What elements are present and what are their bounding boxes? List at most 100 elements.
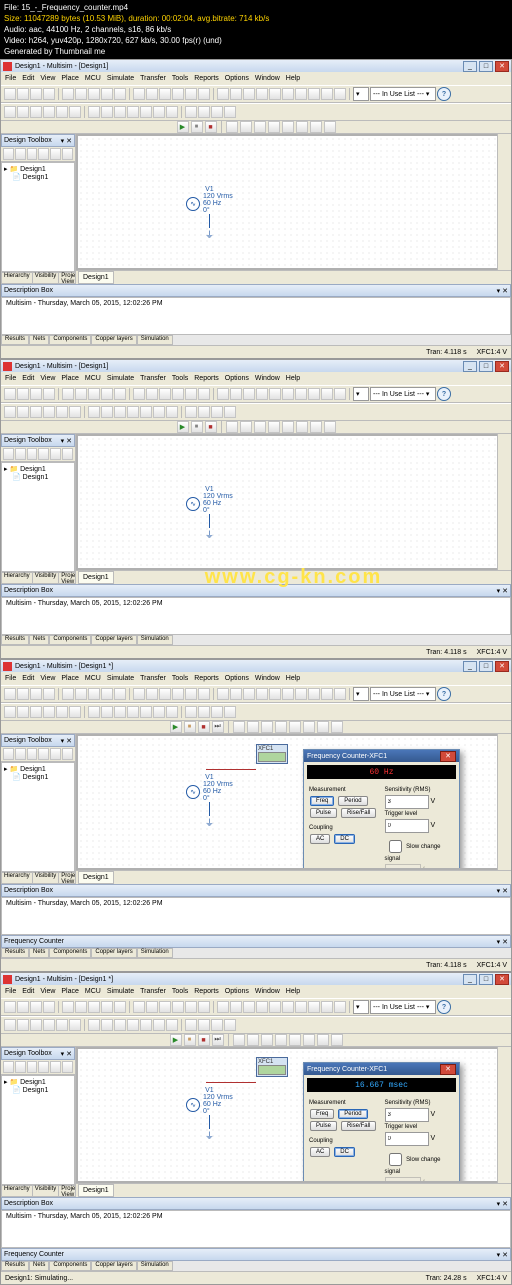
toolbar-button[interactable] (4, 406, 16, 418)
frequency-counter-dialog[interactable]: Frequency Counter-XFC1 ✕ 60 Hz Measureme… (303, 749, 460, 870)
pause-button[interactable]: ⏸ (184, 721, 196, 733)
toolbar-button[interactable] (295, 688, 307, 700)
voltage-source-v1[interactable]: V1 ∿ 120 Vrms60 Hz0° ⏚ (186, 186, 233, 241)
toolbar-button[interactable] (114, 88, 126, 100)
toolbar-button[interactable] (185, 1001, 197, 1013)
toolbar-button[interactable] (88, 1001, 100, 1013)
description-box-header[interactable]: Description Box ▾ ✕ (1, 1197, 511, 1210)
slow-change-input[interactable] (389, 840, 402, 853)
toolbar-button[interactable] (303, 721, 315, 733)
toolbar-button[interactable] (153, 106, 165, 118)
toolbar-button[interactable] (56, 106, 68, 118)
toolbar-button[interactable] (69, 706, 81, 718)
menu-edit[interactable]: Edit (22, 75, 34, 82)
window-titlebar[interactable]: Design1 - Multisim - [Design1 *] _ □ ✕ (1, 660, 511, 672)
risefall-button[interactable]: Rise/Fall (341, 808, 376, 818)
toolbar-button[interactable] (334, 688, 346, 700)
toolbar-button[interactable] (282, 388, 294, 400)
menu-view[interactable]: View (40, 988, 55, 995)
spreadsheet-header[interactable]: Frequency Counter▾ ✕ (1, 935, 511, 948)
toolbar-button[interactable] (101, 388, 113, 400)
design-toolbox-header[interactable]: Design Toolbox ▾ ✕ (1, 134, 75, 147)
trigger-input[interactable] (385, 1132, 429, 1146)
dc-button[interactable]: DC (334, 834, 355, 844)
trigger-input[interactable] (385, 819, 429, 833)
menu-reports[interactable]: Reports (194, 988, 219, 995)
zoom-dropdown[interactable]: ▾ (353, 387, 369, 401)
toolbar-button[interactable] (185, 1019, 197, 1031)
ac-button[interactable]: AC (310, 834, 330, 844)
toolbar-button[interactable] (50, 748, 61, 760)
close-button[interactable]: ✕ (495, 661, 509, 672)
menu-mcu[interactable]: MCU (85, 75, 101, 82)
help-button[interactable]: ? (437, 1000, 451, 1014)
tree-root[interactable]: ▸ 📁 Design1 📄 Design1 (4, 1078, 72, 1094)
toolbar-button[interactable] (334, 88, 346, 100)
menu-window[interactable]: Window (255, 988, 280, 995)
toolbar-button[interactable] (101, 706, 113, 718)
toolbar-button[interactable] (133, 388, 145, 400)
pause-button[interactable]: ⏸ (184, 1034, 196, 1046)
pane-close-icon[interactable]: ▾ ✕ (497, 938, 508, 946)
result-tab[interactable]: Results (1, 1261, 29, 1271)
toolbar-button[interactable] (114, 388, 126, 400)
toolbar-button[interactable] (69, 406, 81, 418)
window-titlebar[interactable]: Design1 - Multisim - [Design1] _ □ ✕ (1, 60, 511, 72)
design-toolbox-header[interactable]: Design Toolbox ▾ ✕ (1, 734, 75, 747)
result-tab[interactable]: Results (1, 335, 29, 345)
menu-tools[interactable]: Tools (172, 988, 188, 995)
toolbar-button[interactable] (324, 421, 336, 433)
toolbar-button[interactable] (62, 88, 74, 100)
toolbar-button[interactable] (308, 1001, 320, 1013)
toolbar-button[interactable] (114, 1019, 126, 1031)
slow-change-checkbox[interactable]: Slow change signal (385, 1150, 455, 1175)
toolbar-button[interactable] (50, 448, 61, 460)
toolbar-button[interactable] (296, 421, 308, 433)
menu-reports[interactable]: Reports (194, 675, 219, 682)
toolbar-button[interactable] (146, 1001, 158, 1013)
toolbar-button[interactable] (140, 706, 152, 718)
pulse-button[interactable]: Pulse (310, 1121, 337, 1131)
toolbar-button[interactable] (198, 88, 210, 100)
menu-window[interactable]: Window (255, 675, 280, 682)
help-button[interactable]: ? (437, 87, 451, 101)
sheet-tab[interactable]: Design1 (78, 571, 114, 584)
pane-close-icon[interactable]: ▾ ✕ (497, 287, 508, 295)
toolbar-button[interactable] (269, 688, 281, 700)
inuse-dropdown[interactable]: --- In Use List --- ▾ (370, 687, 436, 701)
toolbar-button[interactable] (185, 388, 197, 400)
sensitivity-input[interactable] (385, 795, 429, 809)
toolbar-button[interactable] (256, 1001, 268, 1013)
toolbar-button[interactable] (185, 688, 197, 700)
toolbar-button[interactable] (185, 88, 197, 100)
dialog-close-button[interactable]: ✕ (440, 751, 456, 762)
tree-child[interactable]: 📄 Design1 (12, 773, 72, 781)
toolbar-button[interactable] (289, 1034, 301, 1046)
toolbar-button[interactable] (62, 688, 74, 700)
toolbar-button[interactable] (43, 1001, 55, 1013)
result-tab[interactable]: Copper layers (91, 635, 136, 645)
minimize-button[interactable]: _ (463, 361, 477, 372)
toolbar-button[interactable] (269, 88, 281, 100)
toolbar-button[interactable] (321, 688, 333, 700)
toolbar-button[interactable] (62, 748, 73, 760)
menu-place[interactable]: Place (61, 375, 79, 382)
design-tree[interactable]: ▸ 📁 Design1 📄 Design1 (1, 162, 75, 272)
stop-button[interactable]: ■ (198, 1034, 210, 1046)
toolbar-button[interactable] (88, 106, 100, 118)
toolbar-button[interactable] (4, 106, 16, 118)
toolbar-button[interactable] (114, 406, 126, 418)
result-tab[interactable]: Simulation (137, 335, 173, 345)
toolbar-button[interactable] (230, 88, 242, 100)
toolbar-button[interactable] (4, 388, 16, 400)
toolbar-button[interactable] (75, 1001, 87, 1013)
toolbar-button[interactable] (198, 106, 210, 118)
toolbar-button[interactable] (254, 421, 266, 433)
menu-options[interactable]: Options (225, 675, 249, 682)
menu-place[interactable]: Place (61, 988, 79, 995)
toolbar-button[interactable] (56, 1019, 68, 1031)
toolbar-button[interactable] (62, 388, 74, 400)
frequency-counter-dialog[interactable]: Frequency Counter-XFC1 ✕ 16.667 msec Mea… (303, 1062, 460, 1183)
toolbar-button[interactable] (62, 1061, 73, 1073)
toolbar-button[interactable] (75, 688, 87, 700)
